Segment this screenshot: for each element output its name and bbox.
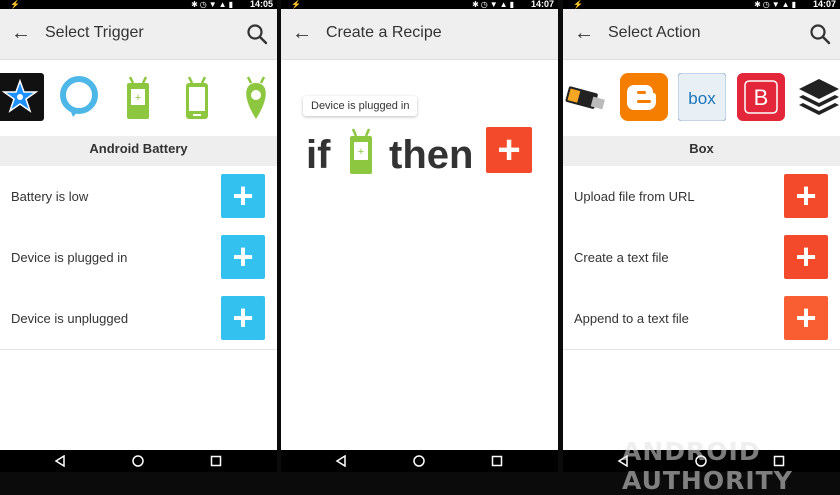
list-item[interactable]: Upload file from URL +	[563, 166, 840, 228]
status-bar: ⚡ ✱◷▼▲▮ 14:05	[0, 0, 277, 9]
buffer-icon[interactable]	[795, 73, 840, 121]
watermark: ANDROID AUTHORITY	[622, 437, 793, 495]
back-arrow-icon[interactable]: ←	[10, 22, 32, 44]
status-time: 14:07	[530, 0, 554, 9]
system-icons: ✱◷▼▲▮	[472, 0, 516, 9]
add-button[interactable]: +	[221, 296, 265, 340]
nav-bar	[0, 450, 277, 472]
b-icon[interactable]: B	[737, 73, 785, 121]
app-bar: ← Select Trigger	[0, 9, 277, 60]
create-recipe-screen: ⚡ ✱◷▼▲▮ 14:07 ← Create a Recipe Device i…	[281, 0, 558, 472]
app-bar: ← Select Action	[563, 9, 840, 60]
page-title: Select Trigger	[45, 24, 144, 41]
list-item-label: Device is plugged in	[11, 250, 128, 265]
back-arrow-icon[interactable]: ←	[573, 22, 595, 44]
list-item[interactable]: Battery is low +	[0, 166, 277, 228]
notification-icon: ⚡	[573, 0, 583, 9]
status-time: 14:07	[812, 0, 836, 9]
svg-text:+: +	[358, 146, 364, 158]
notification-icon: ⚡	[10, 0, 20, 9]
search-icon[interactable]	[808, 22, 832, 46]
if-word: if	[306, 133, 331, 177]
section-header: Android Battery	[0, 136, 277, 166]
page-title: Create a Recipe	[326, 24, 442, 41]
list-item-label: Upload file from URL	[574, 189, 695, 204]
select-action-screen: ⚡ ✱◷▼▲▮ 14:07 ← Select Action box B Box …	[563, 0, 840, 472]
add-button[interactable]: +	[221, 174, 265, 218]
back-nav-icon[interactable]	[54, 455, 66, 467]
list-item-label: Create a text file	[574, 250, 669, 265]
status-bar: ⚡ ✱◷▼▲▮ 14:07	[281, 0, 558, 9]
svg-text:+: +	[135, 92, 141, 104]
status-bar: ⚡ ✱◷▼▲▮ 14:07	[563, 0, 840, 9]
android-battery-icon[interactable]: +	[347, 128, 375, 176]
app-bar: ← Create a Recipe	[281, 9, 558, 60]
page-title: Select Action	[608, 24, 701, 41]
usb-drive-icon[interactable]	[563, 73, 611, 121]
system-icons: ✱◷▼▲▮	[191, 0, 235, 9]
back-nav-icon[interactable]	[335, 455, 347, 467]
system-icons: ✱◷▼▲▮	[754, 0, 798, 9]
box-icon-text: box	[688, 89, 716, 108]
add-button[interactable]: +	[784, 174, 828, 218]
amazon-echo-icon[interactable]	[55, 73, 103, 121]
section-header: Box	[563, 136, 840, 166]
blogger-icon[interactable]	[620, 73, 668, 121]
android-location-icon[interactable]	[232, 73, 277, 121]
recents-nav-icon[interactable]	[491, 455, 503, 467]
add-action-button[interactable]: +	[486, 127, 532, 173]
list-item-label: Append to a text file	[574, 311, 689, 326]
add-button[interactable]: +	[784, 235, 828, 279]
android-device-icon[interactable]	[173, 73, 221, 121]
channel-strip: +	[0, 60, 277, 136]
channel-strip: box B	[563, 60, 840, 136]
then-word: then	[389, 133, 474, 177]
search-icon[interactable]	[245, 22, 269, 46]
adafruit-icon[interactable]	[0, 73, 44, 121]
add-button[interactable]: +	[784, 296, 828, 340]
box-icon[interactable]: box	[678, 73, 726, 121]
list-item[interactable]: Create a text file +	[563, 227, 840, 289]
notification-icon: ⚡	[291, 0, 301, 9]
add-button[interactable]: +	[221, 235, 265, 279]
home-nav-icon[interactable]	[413, 455, 425, 467]
select-trigger-screen: ⚡ ✱◷▼▲▮ 14:05 ← Select Trigger + Android…	[0, 0, 277, 472]
status-time: 14:05	[249, 0, 273, 9]
nav-bar	[281, 450, 558, 472]
list-item-label: Battery is low	[11, 189, 89, 204]
home-nav-icon[interactable]	[132, 455, 144, 467]
android-battery-icon[interactable]: +	[114, 73, 162, 121]
list-item[interactable]: Device is plugged in +	[0, 227, 277, 289]
list-item-label: Device is unplugged	[11, 311, 129, 326]
back-arrow-icon[interactable]: ←	[291, 22, 313, 44]
list-item[interactable]: Device is unplugged +	[0, 288, 277, 350]
b-icon-text: B	[754, 85, 769, 110]
recents-nav-icon[interactable]	[210, 455, 222, 467]
trigger-tooltip: Device is plugged in	[303, 96, 418, 116]
list-item[interactable]: Append to a text file +	[563, 288, 840, 350]
